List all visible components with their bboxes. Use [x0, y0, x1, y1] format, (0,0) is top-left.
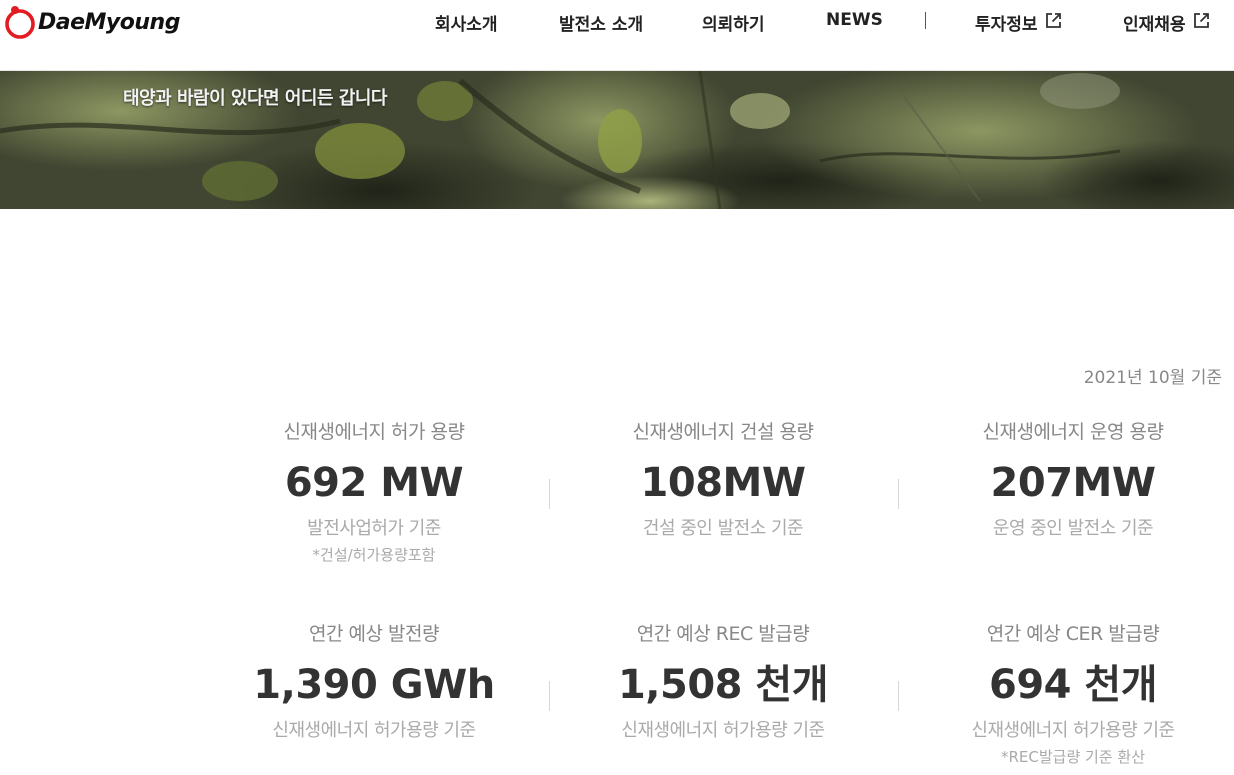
stat-note: *건설/허가용량포함	[312, 546, 436, 564]
stat-value: 207MW	[990, 460, 1156, 506]
nav-item-investor[interactable]: 투자정보	[975, 10, 1062, 35]
stat-label: 연간 예상 발전량	[309, 623, 439, 645]
hero-headline: 태양과 바람이 있다면 어디든 갑니다	[123, 88, 387, 109]
stat-value: 692 MW	[284, 460, 464, 506]
stat-permit-capacity: 신재생에너지 허가 용량 692 MW 발전사업허가 기준 *건설/허가용량포함	[204, 418, 544, 565]
stat-operating-capacity: 신재생에너지 운영 용량 207MW 운영 중인 발전소 기준	[903, 418, 1234, 542]
stat-label: 신재생에너지 운영 용량	[982, 421, 1164, 443]
hero-banner: 태양과 바람이 있다면 어디든 갑니다	[0, 71, 1234, 209]
stat-divider	[898, 479, 899, 509]
external-link-icon	[1193, 12, 1210, 34]
nav-item-label: 의뢰하기	[702, 15, 765, 35]
stat-label: 연간 예상 CER 발급량	[986, 623, 1160, 645]
stat-construction-capacity: 신재생에너지 건설 용량 108MW 건설 중인 발전소 기준	[553, 418, 893, 542]
stat-divider	[549, 681, 550, 711]
site-header: DaeMyoung 회사소개 발전소 소개 의뢰하기 NEWS 투자정보 인재채…	[0, 0, 1234, 71]
stats-as-of-date: 2021년 10월 기준	[1083, 368, 1222, 388]
stat-basis: 발전사업허가 기준	[307, 518, 441, 539]
stat-note: *REC발급량 기준 환산	[1000, 748, 1145, 766]
nav-item-news[interactable]: NEWS	[826, 10, 883, 30]
stat-annual-cer: 연간 예상 CER 발급량 694 천개 신재생에너지 허가용량 기준 *REC…	[903, 620, 1234, 767]
stat-basis: 건설 중인 발전소 기준	[642, 518, 804, 539]
stat-value: 694 천개	[988, 662, 1158, 708]
stat-basis: 신재생에너지 허가용량 기준	[272, 720, 476, 741]
stat-label: 신재생에너지 건설 용량	[632, 421, 814, 443]
stat-label: 연간 예상 REC 발급량	[636, 623, 810, 645]
nav-item-label: 회사소개	[435, 15, 498, 35]
nav-item-request[interactable]: 의뢰하기	[702, 10, 765, 35]
stat-value: 108MW	[640, 460, 806, 506]
main-nav: 회사소개 발전소 소개 의뢰하기 NEWS 투자정보 인재채용	[0, 0, 1234, 42]
nav-item-label: 발전소 소개	[559, 15, 644, 35]
stat-label: 신재생에너지 허가 용량	[283, 421, 465, 443]
nav-item-label: NEWS	[826, 10, 883, 30]
stat-basis: 신재생에너지 허가용량 기준	[621, 720, 825, 741]
nav-item-label: 인재채용	[1123, 15, 1186, 35]
stat-basis: 운영 중인 발전소 기준	[992, 518, 1154, 539]
nav-item-careers[interactable]: 인재채용	[1123, 10, 1210, 35]
nav-item-label: 투자정보	[975, 15, 1038, 35]
stat-value: 1,390 GWh	[253, 662, 495, 708]
stat-divider	[549, 479, 550, 509]
nav-divider	[925, 12, 926, 29]
stat-annual-generation: 연간 예상 발전량 1,390 GWh 신재생에너지 허가용량 기준	[204, 620, 544, 744]
stat-divider	[898, 681, 899, 711]
nav-item-plants[interactable]: 발전소 소개	[559, 10, 643, 35]
stat-basis: 신재생에너지 허가용량 기준	[971, 720, 1175, 741]
stat-annual-rec: 연간 예상 REC 발급량 1,508 천개 신재생에너지 허가용량 기준	[553, 620, 893, 744]
nav-item-company[interactable]: 회사소개	[435, 10, 498, 35]
stat-value: 1,508 천개	[617, 662, 829, 708]
external-link-icon	[1045, 12, 1062, 34]
